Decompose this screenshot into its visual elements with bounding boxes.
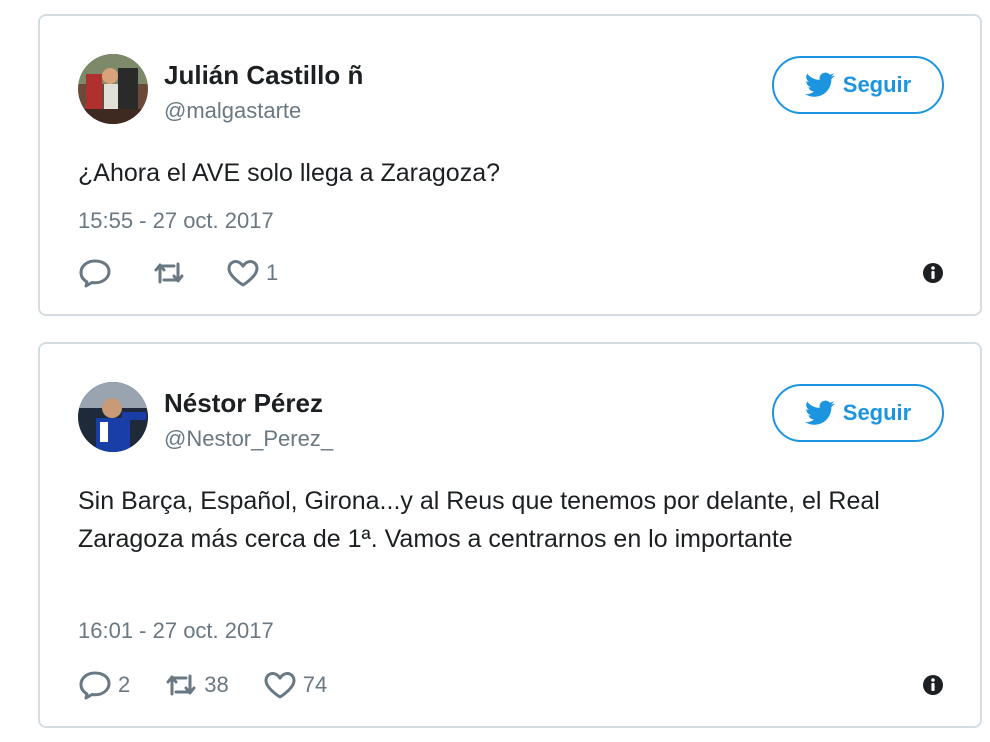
info-icon[interactable] [922, 674, 944, 696]
like-button[interactable]: 74 [263, 670, 327, 700]
reply-button[interactable]: 2 [78, 670, 130, 700]
retweet-button[interactable]: 38 [164, 670, 229, 700]
retweet-icon [154, 262, 184, 284]
tweet-actions: 2 38 74 [78, 668, 944, 702]
follow-label: Seguir [842, 400, 912, 425]
reply-button[interactable] [78, 258, 118, 288]
retweet-button[interactable] [152, 258, 192, 288]
tweet-text: ¿Ahora el AVE solo llega a Zaragoza? [78, 159, 501, 187]
follow-button[interactable]: Seguir [772, 384, 944, 442]
tweet-timestamp[interactable]: 15:55 - 27 oct. 2017 [78, 208, 274, 234]
heart-icon [227, 260, 259, 287]
retweet-count: 38 [204, 672, 229, 697]
follow-label: Seguir [842, 72, 912, 97]
info-icon[interactable] [922, 262, 944, 284]
follow-button[interactable]: Seguir [772, 56, 944, 114]
display-name[interactable]: Julián Castillo ñ [164, 60, 363, 90]
retweet-icon [166, 674, 196, 696]
twitter-bird-icon [804, 400, 835, 425]
heart-icon [264, 672, 296, 699]
tweet-timestamp[interactable]: 16:01 - 27 oct. 2017 [78, 618, 274, 644]
avatar[interactable] [78, 382, 148, 452]
like-count: 1 [266, 260, 279, 285]
twitter-bird-icon [804, 72, 835, 97]
like-button[interactable]: 1 [226, 258, 278, 288]
tweet-actions: 1 [78, 256, 944, 290]
tweet-card: Néstor Pérez @Nestor_Perez_ Seguir Sin B… [38, 342, 982, 728]
user-handle[interactable]: @malgastarte [164, 98, 301, 124]
user-handle[interactable]: @Nestor_Perez_ [164, 426, 333, 452]
reply-icon [79, 671, 111, 700]
like-count: 74 [302, 672, 328, 697]
reply-icon [79, 259, 111, 288]
reply-count: 2 [118, 672, 131, 697]
display-name[interactable]: Néstor Pérez [164, 388, 323, 418]
tweet-card: Julián Castillo ñ @malgastarte Seguir ¿A… [38, 14, 982, 316]
tweet-text: Sin Barça, Español, Girona...y al Reus q… [78, 487, 880, 553]
avatar[interactable] [78, 54, 148, 124]
